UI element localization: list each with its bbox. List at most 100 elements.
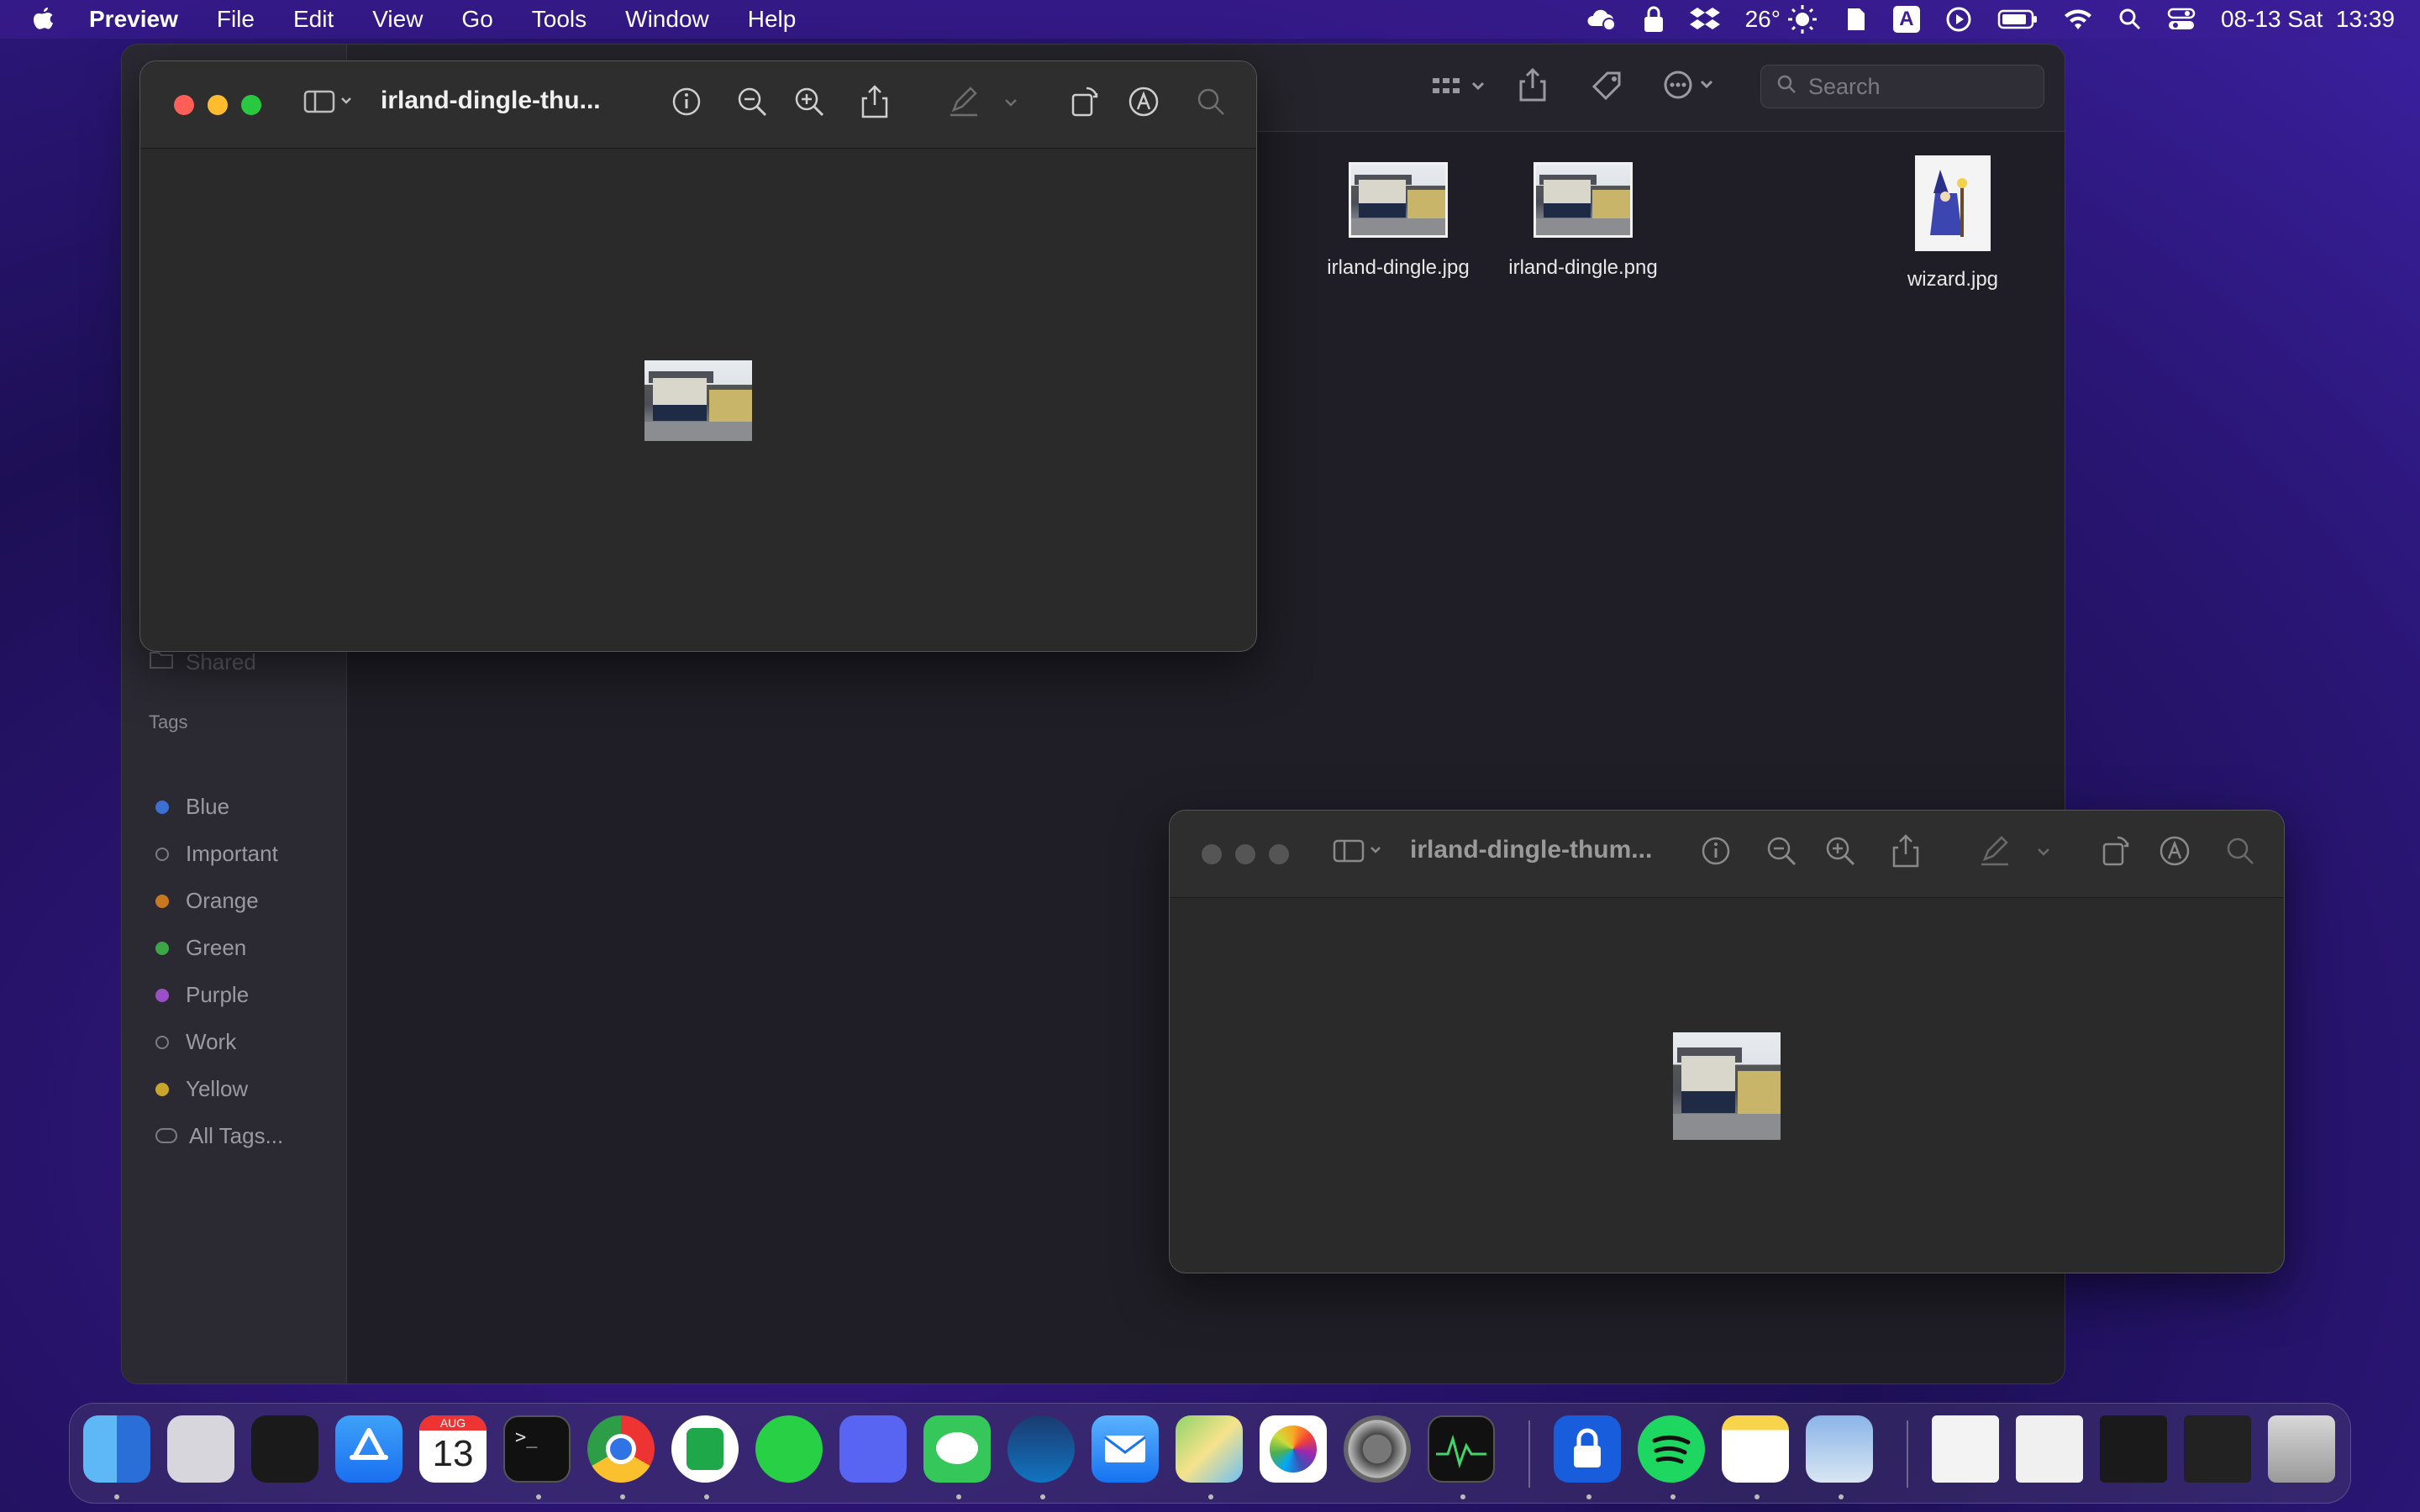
terminal-icon[interactable]: >_ [503,1415,571,1483]
calendar-icon[interactable]: AUG 13 [419,1415,487,1483]
spotlight-search-icon[interactable] [2118,8,2142,31]
close-button[interactable] [1202,844,1222,864]
menu-tools[interactable]: Tools [532,6,587,33]
rotate-icon[interactable] [1068,85,1102,118]
share-icon[interactable] [858,85,892,118]
maps-icon[interactable] [1176,1415,1243,1483]
tag-important[interactable]: Important [155,841,278,867]
zoom-in-icon[interactable] [792,85,826,118]
notes-icon[interactable] [1722,1415,1789,1483]
markup-icon[interactable] [1127,85,1160,118]
sidebar-item-label: Shared [186,649,256,675]
system-preferences-icon[interactable] [1344,1415,1411,1483]
file-item-irland-dingle-png[interactable]: irland-dingle.png [1478,162,1688,280]
search-icon[interactable] [1194,85,1228,118]
input-source-icon[interactable]: A [1892,6,1920,33]
chrome-icon[interactable] [587,1415,655,1483]
menu-go[interactable]: Go [461,6,492,33]
chevron-down-icon[interactable] [2032,834,2065,868]
highlight-pen-icon[interactable] [947,85,981,118]
chevron-down-icon[interactable] [999,85,1033,118]
dropbox-status-icon[interactable] [1689,6,1720,33]
info-icon[interactable] [670,85,703,118]
spotify-icon[interactable] [1638,1415,1705,1483]
tag-orange[interactable]: Orange [155,888,259,914]
zoom-out-icon[interactable] [735,85,769,118]
zoom-in-icon[interactable] [1823,834,1857,868]
activity-monitor-icon[interactable] [1428,1415,1495,1483]
cloud-status-icon[interactable] [1584,6,1618,33]
lock-status-icon[interactable] [1643,5,1665,34]
share-icon[interactable] [1518,67,1547,108]
tag-yellow[interactable]: Yellow [155,1076,248,1102]
photos-icon[interactable] [1260,1415,1327,1483]
control-center-icon[interactable] [2167,7,2196,32]
launchpad-icon[interactable] [167,1415,234,1483]
info-icon[interactable] [1699,834,1733,868]
minimized-window-thumbnail[interactable] [2184,1415,2251,1483]
more-actions-icon[interactable] [1663,70,1722,106]
battery-icon[interactable] [1997,8,2038,30]
menu-view[interactable]: View [372,6,423,33]
menu-help[interactable]: Help [748,6,797,33]
mail-icon[interactable] [1092,1415,1159,1483]
messages-icon[interactable] [923,1415,991,1483]
whatsapp-icon[interactable] [755,1415,823,1483]
file-item-wizard-jpg[interactable]: wizard.jpg [1848,155,2058,291]
menubar-clock[interactable]: 08-13 Sat 13:39 [2221,6,2395,33]
file-thumbnail [1349,162,1448,238]
tag-all-tags[interactable]: All Tags... [155,1123,283,1149]
discord-icon[interactable] [839,1415,907,1483]
tag-blue[interactable]: Blue [155,794,229,820]
tag-color-dot [155,988,169,1002]
tag-purple[interactable]: Purple [155,982,249,1008]
tag-label: Work [186,1029,237,1054]
minimize-button[interactable] [1235,844,1255,864]
close-button[interactable] [174,95,194,115]
bitwarden-icon[interactable] [1554,1415,1621,1483]
tag-icon[interactable] [1591,70,1624,109]
mission-control-icon[interactable] [251,1415,318,1483]
calendar-day: 13 [432,1433,474,1474]
menu-file[interactable]: File [217,6,255,33]
tag-work[interactable]: Work [155,1029,236,1055]
menu-window[interactable]: Window [625,6,709,33]
share-icon[interactable] [1889,834,1923,868]
markup-icon[interactable] [2158,834,2191,868]
sidebar-toggle-icon[interactable] [303,85,351,118]
weather-temperature[interactable]: 26° [1745,6,1781,33]
rotate-icon[interactable] [2099,834,2133,868]
preview-toolbar: irland-dingle-thum... [1170,811,2284,898]
media-play-icon[interactable] [1945,6,1972,33]
menu-app-name[interactable]: Preview [89,6,178,33]
preview-icon[interactable] [1806,1415,1873,1483]
evernote-status-icon[interactable] [1843,5,1868,34]
tag-label: Green [186,935,247,960]
search-placeholder: Search [1808,73,1881,99]
finder-icon[interactable] [83,1415,150,1483]
minimized-window-thumbnail[interactable] [2016,1415,2083,1483]
search-icon[interactable] [2223,834,2257,868]
minimized-window-thumbnail[interactable] [2100,1415,2167,1483]
zoom-out-icon[interactable] [1765,834,1798,868]
file-item-irland-dingle-jpg[interactable]: irland-dingle.jpg [1293,162,1503,280]
minimize-button[interactable] [208,95,228,115]
zoom-button[interactable] [241,95,261,115]
menu-edit[interactable]: Edit [293,6,334,33]
highlight-pen-icon[interactable] [1978,834,2012,868]
zoom-button[interactable] [1269,844,1289,864]
view-grid-icon[interactable] [1431,71,1490,108]
app-store-icon[interactable] [335,1415,402,1483]
trash-icon[interactable] [2268,1415,2335,1483]
file-name: irland-dingle.png [1508,256,1658,279]
tag-green[interactable]: Green [155,935,246,961]
dock: AUG 13 >_ [69,1403,2351,1504]
minimized-window-thumbnail[interactable] [1932,1415,1999,1483]
finder-search-field[interactable]: Search [1760,65,2044,108]
sidebar-toggle-icon[interactable] [1333,834,1381,868]
sidebar-item-shared[interactable]: Shared [149,649,256,675]
wifi-icon[interactable] [2063,8,2093,31]
apple-menu-icon[interactable] [32,5,57,34]
evernote-icon[interactable] [671,1415,739,1483]
steam-icon[interactable] [1007,1415,1075,1483]
